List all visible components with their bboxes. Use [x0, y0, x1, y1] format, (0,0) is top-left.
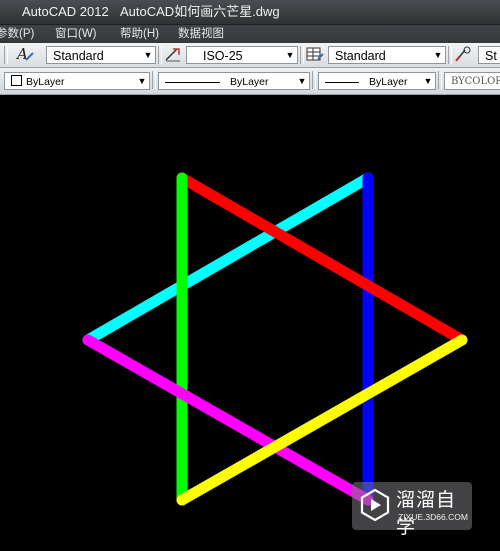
toolbar-separator [152, 71, 156, 89]
watermark-url: ZIXUE.3D66.COM [398, 512, 468, 522]
dimension-style-value: ISO-25 [203, 49, 243, 63]
watermark-logo: 溜溜自学 ZIXUE.3D66.COM [352, 482, 472, 538]
chevron-down-icon: ▼ [141, 47, 155, 63]
table-style-value: Standard [335, 49, 386, 63]
chevron-down-icon: ▼ [135, 73, 149, 89]
menu-data-view[interactable]: 数据视图 [178, 25, 224, 43]
text-style-select[interactable]: Standard ▼ [46, 46, 156, 64]
app-title: AutoCAD 2012 [22, 4, 109, 19]
chevron-down-icon: ▼ [421, 73, 435, 89]
multileader-style-select[interactable]: St [478, 46, 500, 64]
title-bar: AutoCAD 2012 AutoCAD如何画六芒星.dwg [0, 0, 500, 25]
dimension-style-select[interactable]: ISO-25 ▼ [186, 46, 298, 64]
color-select[interactable]: ByLayer ▼ [4, 72, 150, 90]
chevron-down-icon: ▼ [283, 47, 297, 63]
play-icon [360, 488, 390, 522]
text-style-value: Standard [53, 49, 104, 63]
chevron-down-icon: ▼ [431, 47, 445, 63]
linetype-select[interactable]: ByLayer ▼ [158, 72, 310, 90]
multileader-style-icon[interactable] [452, 45, 474, 65]
table-style-icon[interactable] [304, 45, 326, 65]
plot-style-value: BYCOLOR [451, 76, 500, 87]
color-value: ByLayer [26, 76, 65, 88]
lineweight-sample [325, 81, 359, 83]
menu-bar: 参数(P) 窗口(W) 帮助(H) 数据视图 [0, 25, 500, 43]
menu-window[interactable]: 窗口(W) [55, 25, 97, 43]
document-title: AutoCAD如何画六芒星.dwg [120, 4, 280, 19]
linetype-sample [165, 81, 220, 83]
multileader-style-value: St [485, 49, 497, 63]
toolbar-separator [438, 71, 442, 89]
svg-text:A: A [15, 45, 28, 63]
dimension-style-icon[interactable] [162, 45, 184, 65]
lineweight-value: ByLayer [369, 76, 408, 88]
menu-help[interactable]: 帮助(H) [120, 25, 159, 43]
toolbar-separator [312, 71, 316, 89]
plot-style-select[interactable]: BYCOLOR [444, 72, 500, 90]
toolbar-separator [4, 46, 8, 64]
properties-toolbar: ByLayer ▼ ByLayer ▼ ByLayer ▼ BYCOLOR [0, 68, 500, 95]
lineweight-select[interactable]: ByLayer ▼ [318, 72, 436, 90]
styles-toolbar: A Standard ▼ ISO-25 ▼ Standard ▼ St [0, 43, 500, 68]
linetype-value: ByLayer [230, 76, 269, 88]
chevron-down-icon: ▼ [295, 73, 309, 89]
menu-parameters[interactable]: 参数(P) [0, 25, 34, 43]
table-style-select[interactable]: Standard ▼ [328, 46, 446, 64]
text-style-icon[interactable]: A [14, 45, 36, 65]
color-swatch-icon [11, 75, 22, 86]
